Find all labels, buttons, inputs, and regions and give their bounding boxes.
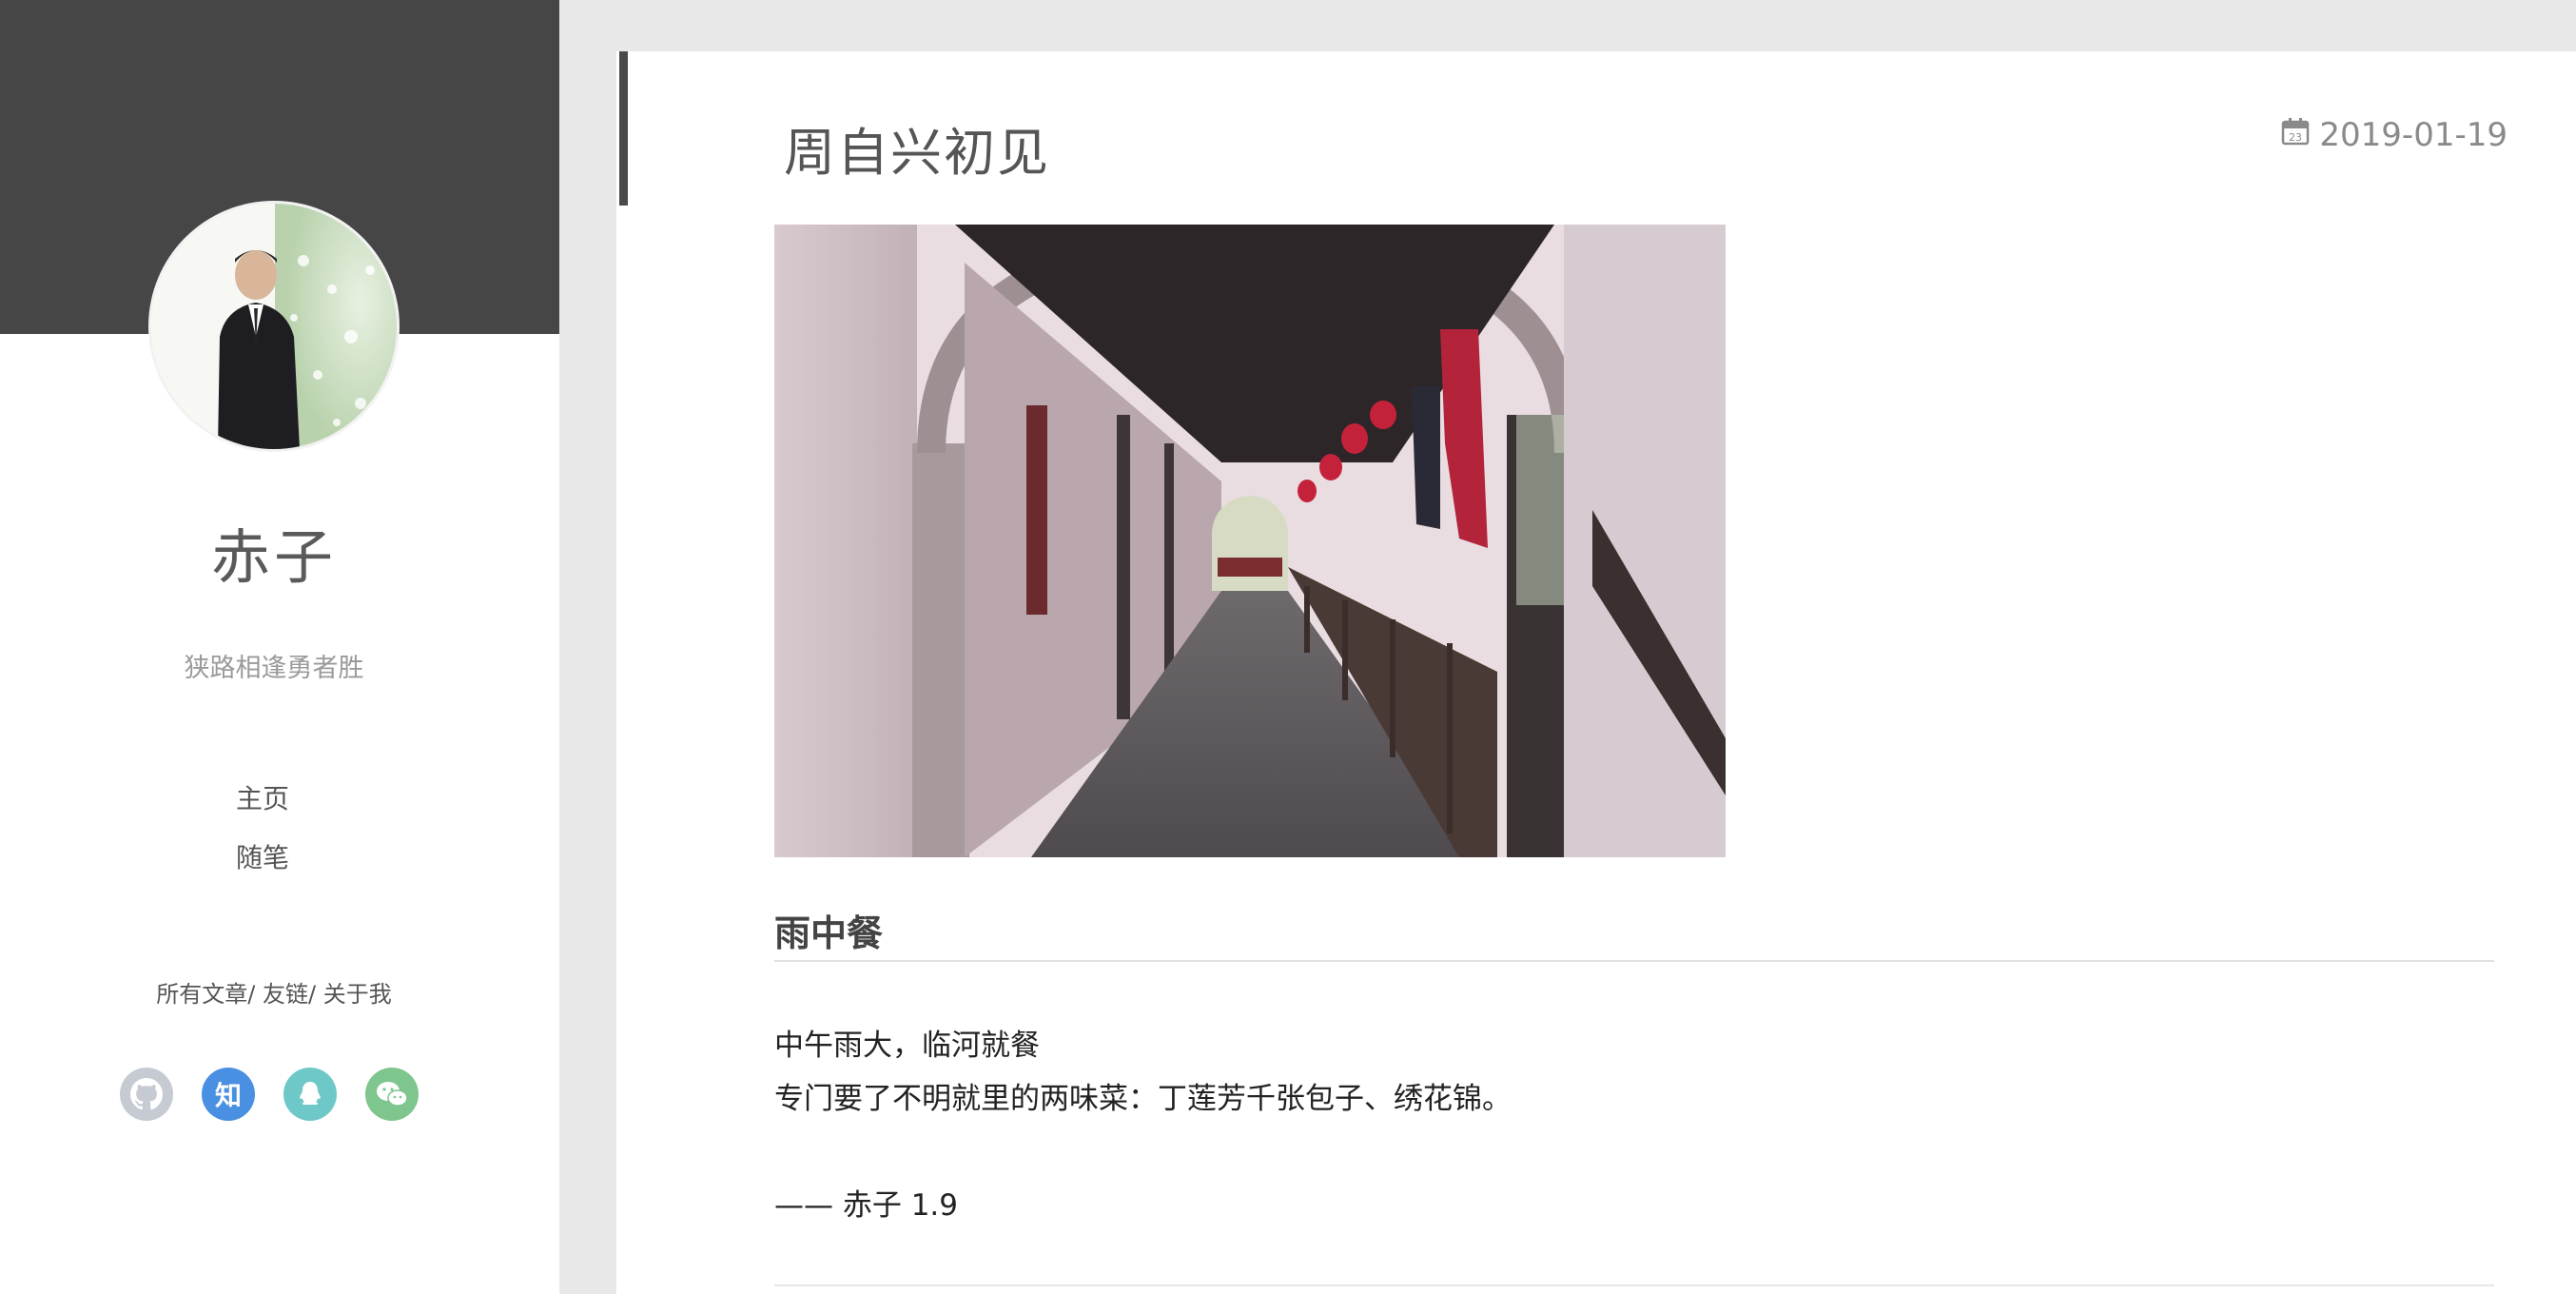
post-date-text: 2019-01-19 [2319, 116, 2508, 154]
author-name: 赤子 [210, 522, 337, 592]
link-separator: / [308, 981, 323, 1008]
post-title: 周自兴初见 [784, 123, 1050, 183]
wechat-icon[interactable] [365, 1068, 419, 1121]
post-paragraph: 中午雨大，临河就餐 [774, 1029, 1040, 1063]
github-icon[interactable] [120, 1068, 173, 1121]
sidebar-links: 所有文章/ 友链/ 关于我 [0, 975, 548, 1009]
section-heading: 雨中餐 [774, 912, 884, 954]
sidebar: 赤子 狭路相逢勇者胜 主页 随笔 所有文章/ 友链/ 关于我 知 [0, 0, 559, 1294]
section-divider [774, 960, 2494, 962]
post-signature: —— 赤子 1.9 [774, 1188, 959, 1223]
post-photo [774, 225, 1726, 857]
link-about[interactable]: 关于我 [323, 981, 392, 1008]
post-bottom-divider [774, 1284, 2494, 1286]
nav-item-essays[interactable]: 随笔 [0, 837, 525, 896]
sidebar-nav: 主页 随笔 [0, 778, 525, 896]
author-motto: 狭路相逢勇者胜 [184, 654, 364, 683]
nav-item-home[interactable]: 主页 [0, 778, 525, 837]
svg-text:23: 23 [2289, 131, 2302, 144]
social-links: 知 [120, 1068, 419, 1123]
avatar[interactable] [151, 204, 397, 449]
zhihu-icon[interactable]: 知 [202, 1068, 255, 1121]
card-accent-bar [619, 51, 628, 206]
link-all-posts[interactable]: 所有文章 [156, 981, 247, 1008]
link-friends[interactable]: 友链 [263, 981, 308, 1008]
qq-icon[interactable] [283, 1068, 337, 1121]
post-paragraph: 专门要了不明就里的两味菜：丁莲芳千张包子、绣花锦。 [774, 1082, 1512, 1116]
calendar-icon: 23 [2281, 116, 2310, 154]
link-separator: / [247, 981, 263, 1008]
post-date: 23 2019-01-19 [2281, 116, 2508, 154]
